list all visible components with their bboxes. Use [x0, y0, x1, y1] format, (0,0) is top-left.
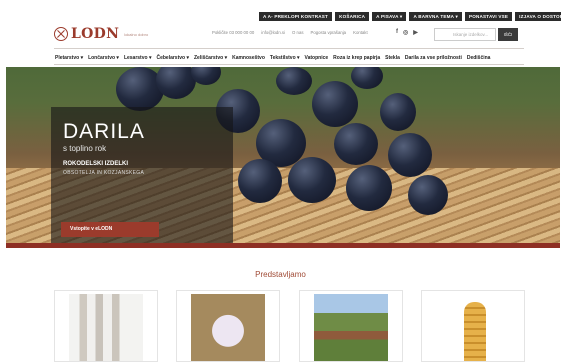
- search-button[interactable]: IŠČI: [498, 28, 518, 41]
- logo-tagline: lokalno dobro: [124, 31, 149, 37]
- youtube-icon[interactable]: ▶: [413, 29, 418, 36]
- phone-link[interactable]: Pokličite 03 000 00 00: [212, 30, 254, 35]
- logo-text: LODN: [71, 26, 120, 42]
- social-icons: f ◎ ▶: [396, 29, 418, 36]
- nav-darila[interactable]: Darila za vse priložnosti: [405, 55, 462, 61]
- nav-stekla[interactable]: Stekla: [385, 55, 400, 61]
- contact-link[interactable]: Kontakt: [353, 30, 368, 35]
- site-logo[interactable]: LODN lokalno dobro: [54, 26, 148, 42]
- hero-title: DARILA: [63, 120, 145, 143]
- nav-lesarstvo[interactable]: Lesarstvo ▾: [124, 55, 152, 61]
- color-theme-menu[interactable]: A BARVNA TEMA ▾: [409, 12, 462, 21]
- nav-roze[interactable]: Roza iz krep papirja: [333, 55, 380, 61]
- product-image: [436, 294, 510, 361]
- instagram-icon[interactable]: ◎: [403, 29, 408, 36]
- contrast-toggle[interactable]: A A- PREKLOPI KONTRAST: [259, 12, 333, 21]
- nav-vatopnice[interactable]: Vatopnice: [305, 55, 329, 61]
- hero-line-1: ROKODELSKI IZDELKI: [63, 161, 129, 167]
- hero-bottom-strip: [6, 243, 560, 248]
- search-input[interactable]: Iskanje izdelkov...: [434, 28, 496, 41]
- product-image: [191, 294, 265, 361]
- product-card[interactable]: [54, 290, 158, 362]
- product-image: [69, 294, 143, 361]
- nav-cebelarstvo[interactable]: Čebelarstvo ▾: [156, 55, 189, 61]
- email-link[interactable]: info@lodn.si: [261, 30, 285, 35]
- nav-dediscina[interactable]: Dediščina: [467, 55, 491, 61]
- hero-text-panel: DARILA s toplino rok ROKODELSKI IZDELKI …: [51, 107, 233, 248]
- logo-icon: [54, 27, 68, 41]
- header-links: Pokličite 03 000 00 00 info@lodn.si O na…: [212, 30, 368, 35]
- about-link[interactable]: O nas: [292, 30, 303, 35]
- section-title: Predstavljamo: [255, 270, 306, 279]
- nav-zeliscarstvo[interactable]: Zeliščarstvo ▾: [194, 55, 227, 61]
- cart-button[interactable]: KOŠARICA: [335, 12, 370, 21]
- reset-all-button[interactable]: PONASTAVI VSE: [464, 12, 513, 21]
- nav-loncarstvo[interactable]: Lončarstvo ▾: [88, 55, 119, 61]
- enter-shop-button[interactable]: Vstopite v eLODN: [61, 222, 159, 237]
- hero-banner: DARILA s toplino rok ROKODELSKI IZDELKI …: [6, 67, 560, 248]
- hero-subtitle: s toplino rok: [63, 144, 107, 153]
- nav-tekstilstvo[interactable]: Tekstilstvo ▾: [270, 55, 300, 61]
- nav-pletarstvo[interactable]: Pletarstvo ▾: [55, 55, 83, 61]
- main-nav: Pletarstvo ▾ Lončarstvo ▾ Lesarstvo ▾ Če…: [55, 55, 490, 61]
- faq-link[interactable]: Pogosta vprašanja: [310, 30, 346, 35]
- nav-divider: [54, 64, 524, 65]
- product-card[interactable]: [421, 290, 525, 362]
- nav-kamnosestvo[interactable]: Kamnoseštvo: [232, 55, 265, 61]
- accessibility-statement-link[interactable]: IZJAVA O DOSTOPNOSTI: [515, 12, 561, 21]
- product-image: [314, 294, 388, 361]
- product-card[interactable]: [299, 290, 403, 362]
- utility-bar: A A- PREKLOPI KONTRAST KOŠARICA A PISAVA…: [259, 12, 561, 21]
- font-menu[interactable]: A PISAVA ▾: [372, 12, 407, 21]
- header-divider: [54, 48, 524, 49]
- facebook-icon[interactable]: f: [396, 29, 398, 36]
- hero-line-2: OBSOTELJA IN KOZJANSKEGA: [63, 170, 145, 176]
- product-card[interactable]: [176, 290, 280, 362]
